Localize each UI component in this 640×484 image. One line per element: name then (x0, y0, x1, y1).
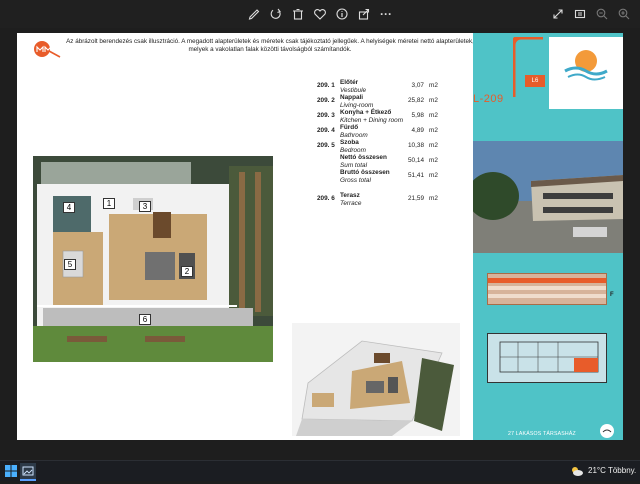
building-photo (473, 141, 623, 253)
project-panel: L6 L-209 F 27 LAKÁSOS TÁRSASHÁZ (473, 33, 623, 440)
room-name: Nappali (340, 94, 364, 101)
room-area: 3,07 (411, 82, 424, 89)
room-name-english: Terrace (340, 200, 362, 207)
gross-total-row: Bruttó összesen Gross total 51,41 m2 (317, 169, 449, 187)
room-number: 209. 5 (317, 142, 335, 149)
room-marker: 5 (64, 259, 76, 270)
room-name-english: Kitchen + Dining room (340, 117, 404, 124)
stamp-logo (600, 424, 614, 438)
room-name-english: Vestibule (340, 87, 367, 94)
room-area: 25,82 (408, 97, 424, 104)
unit-label: L-209 (473, 93, 504, 105)
gross-total-label-english: Gross total (340, 177, 371, 184)
area-unit: m2 (429, 172, 438, 179)
gross-total-label: Bruttó összesen (340, 169, 390, 176)
fullscreen-icon[interactable] (548, 4, 568, 24)
area-unit: m2 (429, 82, 438, 89)
project-logo (513, 37, 623, 109)
area-unit: m2 (429, 127, 438, 134)
floorplan-document: Az ábrázolt berendezés csak illusztráció… (17, 33, 473, 440)
share-icon[interactable] (354, 4, 374, 24)
site-plan (487, 333, 607, 383)
zoom-out-icon[interactable] (592, 4, 612, 24)
room-marker: 2 (181, 266, 193, 277)
area-unit: m2 (429, 157, 438, 164)
edit-icon[interactable] (244, 4, 264, 24)
disclaimer-line-2: melyek a vakolatlan falak közötti távols… (188, 46, 352, 53)
room-number: 209. 1 (317, 82, 335, 89)
fit-icon[interactable] (570, 4, 590, 24)
delete-icon[interactable] (288, 4, 308, 24)
more-icon[interactable]: ··· (376, 4, 396, 24)
building-elevation: F (487, 273, 614, 305)
area-unit: m2 (429, 97, 438, 104)
area-unit: m2 (429, 112, 438, 119)
disclaimer-line-1: Az ábrázolt berendezés csak illusztráció… (66, 38, 473, 45)
terrace-row: 209. 6 Terasz Terrace 21,59 m2 (317, 192, 449, 210)
photos-app-icon[interactable] (20, 463, 36, 481)
room-name: Szoba (340, 139, 359, 146)
room-name: Konyha + Étkező (340, 109, 392, 116)
room-number: 209. 4 (317, 127, 335, 134)
weather-status[interactable]: 21°C Többny. (588, 466, 636, 475)
area-unit: m2 (429, 195, 438, 202)
net-total-area: 50,14 (408, 157, 424, 164)
info-icon[interactable] (332, 4, 352, 24)
room-marker: 1 (103, 198, 115, 209)
windows-start-icon[interactable] (4, 464, 18, 478)
room-marker: 6 (139, 314, 151, 325)
room-name: Előtér (340, 79, 359, 86)
viewer-toolbar: ··· (0, 0, 640, 28)
floor-plan-render: 1 2 3 4 5 6 (33, 156, 273, 362)
room-area: 5,98 (411, 112, 424, 119)
gross-total-area: 51,41 (408, 172, 424, 179)
rotate-icon[interactable] (266, 4, 286, 24)
project-footer: 27 LAKÁSOS TÁRSASHÁZ (508, 431, 576, 437)
taskbar: 21°C Többny. (0, 460, 640, 481)
room-number: 209. 6 (317, 195, 335, 202)
zoom-in-icon[interactable] (614, 4, 634, 24)
developer-logo (34, 41, 61, 58)
room-name-english: Living-room (340, 102, 374, 109)
room-name-english: Bathroom (340, 132, 368, 139)
room-area: 4,89 (411, 127, 424, 134)
disclaimer: Az ábrázolt berendezés csak illusztráció… (65, 38, 473, 54)
room-name: Terasz (340, 192, 360, 199)
favorite-icon[interactable] (310, 4, 330, 24)
net-total-label: Nettó összesen (340, 154, 387, 161)
weather-cloud-icon[interactable] (570, 464, 584, 478)
room-marker: 3 (139, 201, 151, 212)
room-area: 21,59 (408, 195, 424, 202)
room-area: 10,38 (408, 142, 424, 149)
floor-badge: L6 (525, 75, 545, 87)
room-name-english: Bedroom (340, 147, 366, 154)
net-total-label-english: Sum total (340, 162, 367, 169)
room-name: Fürdő (340, 124, 359, 131)
room-marker: 4 (63, 202, 75, 213)
area-unit: m2 (429, 142, 438, 149)
room-number: 209. 2 (317, 97, 335, 104)
perspective-render (292, 323, 460, 436)
room-number: 209. 3 (317, 112, 335, 119)
elevation-marker: F (610, 292, 614, 298)
